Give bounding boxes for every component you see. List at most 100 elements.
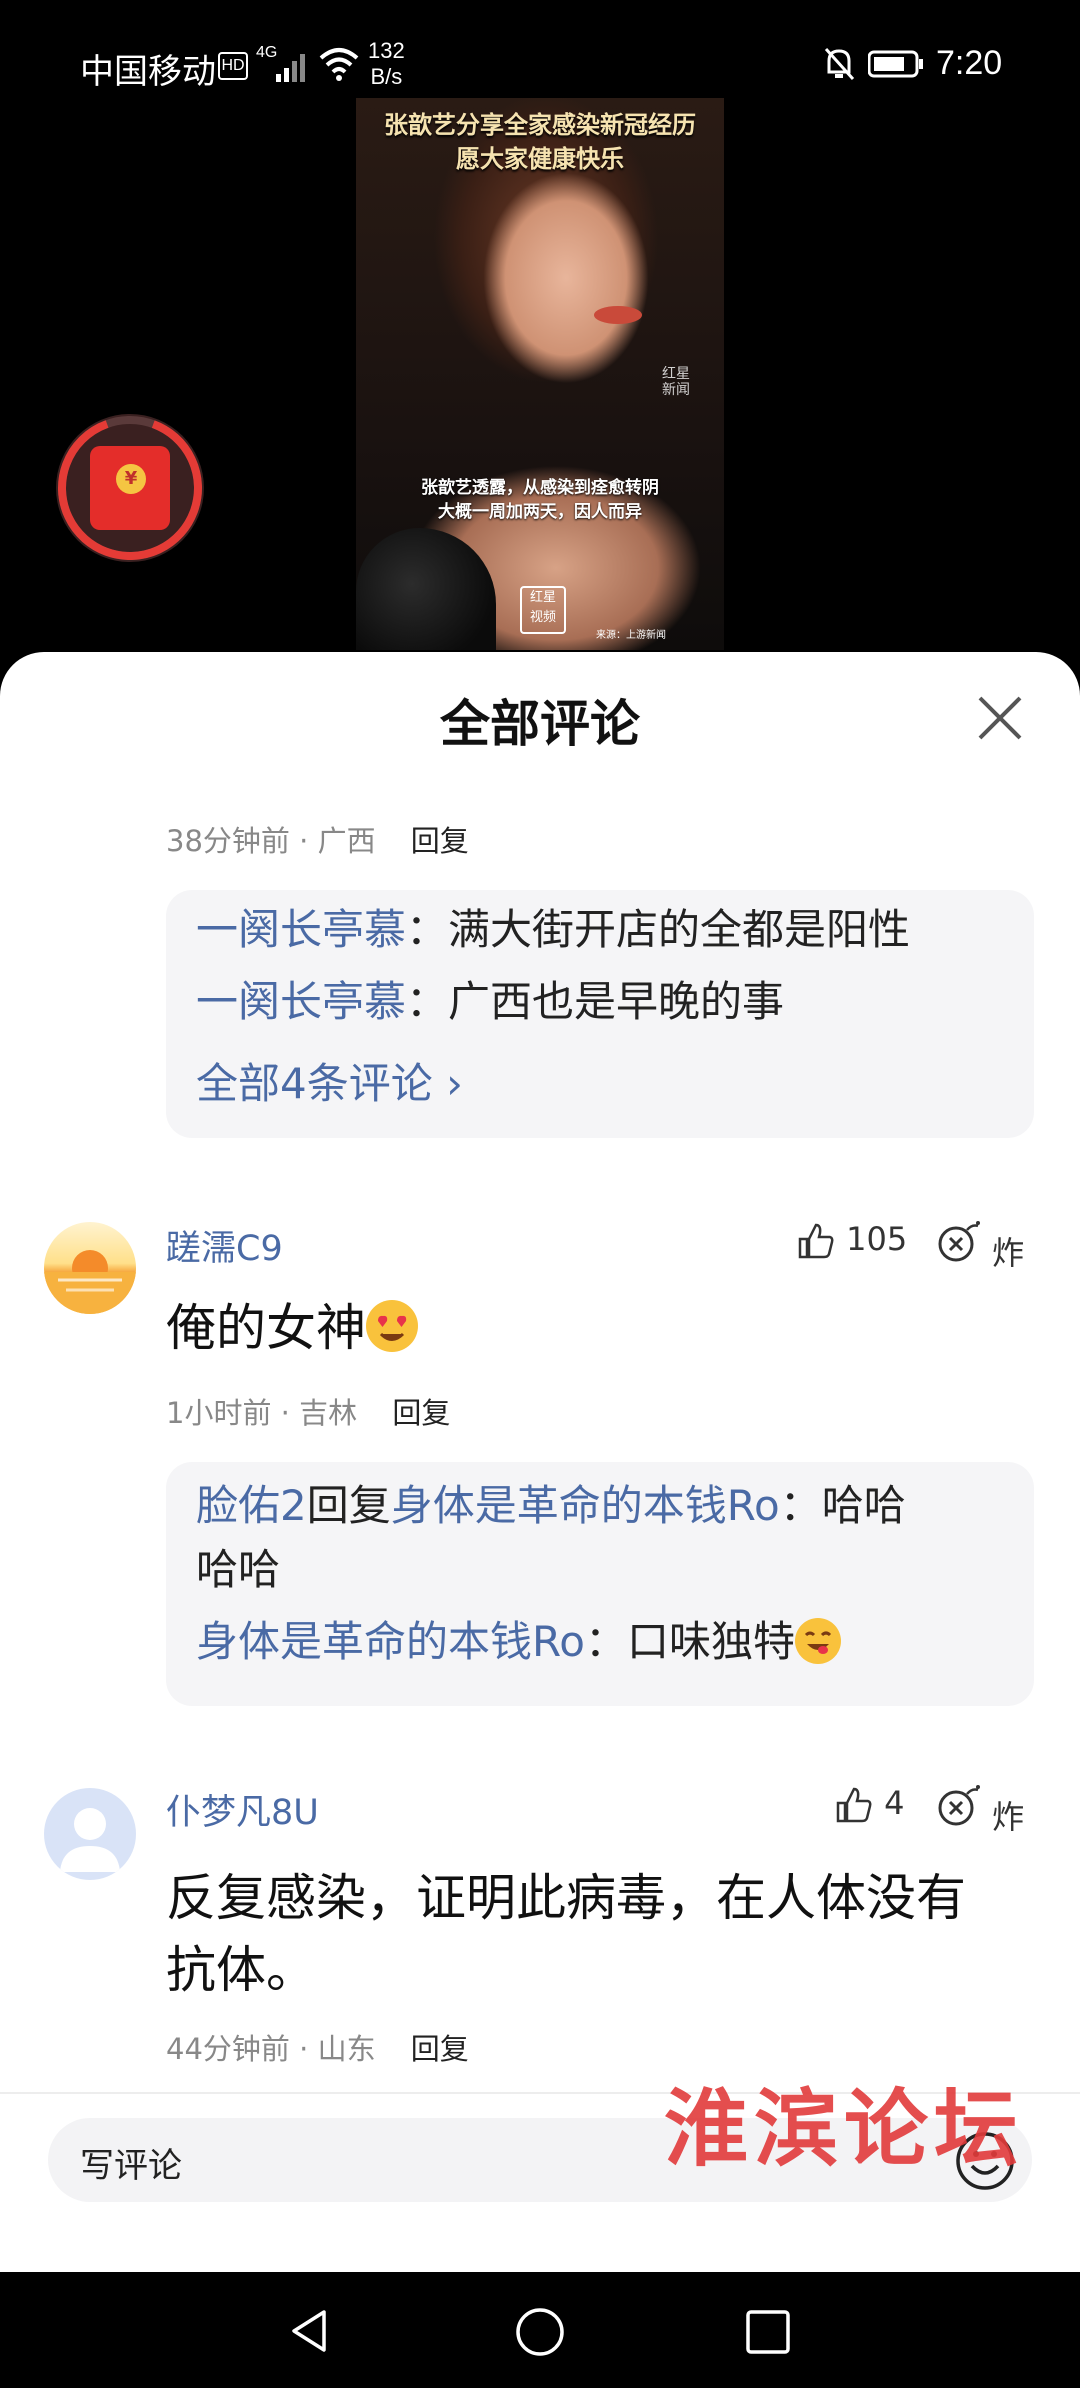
bomb-icon xyxy=(938,1221,980,1262)
colon: ： xyxy=(406,905,449,954)
comment-text: 反复感染，证明此病毒，在人体没有 抗体。 xyxy=(166,1862,1046,2006)
red-envelope-icon: ¥ xyxy=(90,446,170,530)
signal-icon xyxy=(276,54,305,82)
red-envelope-button[interactable]: ¥ xyxy=(56,414,204,562)
reply-text: 哈哈 xyxy=(821,1481,906,1530)
back-icon[interactable] xyxy=(284,2306,334,2356)
bomb-label: 炸 xyxy=(992,1798,1025,1836)
forum-watermark: 淮滨论坛 xyxy=(664,2079,1025,2178)
clock: 7:20 xyxy=(936,44,1003,82)
reply-username[interactable]: 身体是革命的本钱Ro xyxy=(196,1617,585,1666)
default-avatar-icon xyxy=(60,1808,120,1872)
battery-icon xyxy=(868,50,923,78)
comment-username[interactable]: 仆梦凡8U xyxy=(166,1784,319,1835)
reply-username[interactable]: 一阕长亭慕 xyxy=(196,905,406,954)
thumbs-up-icon xyxy=(798,1223,834,1259)
reply-username[interactable]: 脸佑2 xyxy=(196,1481,307,1530)
speed-value: 132 xyxy=(368,38,405,63)
hd-icon: HD xyxy=(218,52,248,80)
comment-body-line: 反复感染，证明此病毒，在人体没有 xyxy=(166,1869,966,1927)
reply-button[interactable]: 回复 xyxy=(392,1396,450,1430)
reply-button[interactable]: 回复 xyxy=(411,2032,469,2066)
comment-input-placeholder: 写评论 xyxy=(80,2146,182,2186)
video-title-line: 愿大家健康快乐 xyxy=(456,145,624,173)
logo-line: 红星 xyxy=(529,590,556,605)
logo-line: 视频 xyxy=(529,610,556,625)
dot-separator: · xyxy=(280,1396,300,1430)
like-button[interactable]: 105 xyxy=(796,1220,907,1261)
colon: ： xyxy=(779,1481,822,1530)
avatar[interactable] xyxy=(44,1788,136,1880)
speed-unit: B/s xyxy=(370,64,403,89)
reply-item: 一阕长亭慕：满大街开店的全都是阳性 xyxy=(196,900,910,960)
close-icon[interactable] xyxy=(970,688,1030,748)
colon: ： xyxy=(406,977,449,1026)
heart-eyes-emoji-icon xyxy=(366,1300,418,1352)
yuan-coin-icon: ¥ xyxy=(116,464,146,494)
comment-time: 44分钟前 xyxy=(166,2032,290,2066)
dot-separator: · xyxy=(299,824,318,858)
subtitle-line: 大概一周加两天，因人而异 xyxy=(438,502,642,522)
video-title-line: 张歆艺分享全家感染新冠经历 xyxy=(384,111,696,139)
video-title: 张歆艺分享全家感染新冠经历 愿大家健康快乐 xyxy=(356,108,724,176)
reply-text: 口味独特 xyxy=(627,1617,796,1666)
system-nav-bar xyxy=(0,2272,1080,2388)
watermark-line: 红星 xyxy=(662,366,690,382)
sunset-avatar-icon xyxy=(44,1250,136,1314)
network-speed: 132 B/s xyxy=(368,38,405,90)
comment-text: 俺的女神 xyxy=(166,1292,418,1364)
colon: ： xyxy=(585,1617,628,1666)
comment-meta: 44分钟前 · 山东 回复 xyxy=(166,2026,469,2068)
comment-time: 1小时前 xyxy=(166,1396,272,1430)
carrier-name: 中国移动 xyxy=(80,53,216,91)
video-watermark: 红星 新闻 xyxy=(662,366,690,398)
watermark-line: 新闻 xyxy=(662,382,690,398)
like-button[interactable]: 4 xyxy=(834,1784,905,1825)
reply-thread[interactable]: 脸佑2回复身体是革命的本钱Ro：哈哈 哈哈 身体是革命的本钱Ro：口味独特 xyxy=(166,1462,1034,1706)
comment-location: 吉林 xyxy=(299,1396,358,1430)
comment-meta: 38分钟前 · 广西 回复 xyxy=(166,818,469,860)
reply-target-username[interactable]: 身体是革命的本钱Ro xyxy=(391,1481,780,1530)
yum-emoji-icon xyxy=(795,1618,842,1664)
dot-separator: · xyxy=(299,2032,318,2066)
bell-muted-icon xyxy=(824,47,855,81)
reply-text: 哈哈 xyxy=(196,1545,281,1594)
comment-time: 38分钟前 xyxy=(166,824,290,858)
status-bar: 中国移动 HD 4G 132 B/s 7:20 xyxy=(0,0,1080,100)
reply-text: 满大街开店的全都是阳性 xyxy=(448,905,911,954)
video-thumbnail[interactable]: 张歆艺分享全家感染新冠经历 愿大家健康快乐 红星 新闻 张歆艺透露，从感染到痊愈… xyxy=(356,98,724,650)
video-subtitle: 张歆艺透露，从感染到痊愈转阴 大概一周加两天，因人而异 xyxy=(356,476,724,524)
comment-meta: 1小时前 · 吉林 回复 xyxy=(166,1390,450,1432)
reply-verb: 回复 xyxy=(306,1481,391,1530)
like-count: 105 xyxy=(846,1220,908,1258)
video-image-detail xyxy=(594,306,642,324)
reply-button[interactable]: 回复 xyxy=(411,824,469,858)
video-source: 来源：上游新闻 xyxy=(596,630,666,641)
comment-location: 山东 xyxy=(317,2032,376,2066)
wifi-icon xyxy=(319,48,359,81)
reply-username[interactable]: 一阕长亭慕 xyxy=(196,977,406,1026)
sheet-title: 全部评论 xyxy=(440,695,640,753)
reply-item: 一阕长亭慕：广西也是早晚的事 xyxy=(196,972,784,1032)
bomb-button[interactable]: 炸 xyxy=(936,1218,1024,1274)
recents-icon[interactable] xyxy=(744,2308,792,2356)
comment-username[interactable]: 蹉濡C9 xyxy=(166,1220,283,1271)
bomb-icon xyxy=(938,1785,980,1826)
video-image-detail xyxy=(356,528,496,650)
home-icon[interactable] xyxy=(514,2306,566,2358)
comment-body: 俺的女神 xyxy=(166,1299,366,1357)
subtitle-line: 张歆艺透露，从感染到痊愈转阴 xyxy=(421,478,659,498)
reply-item: 脸佑2回复身体是革命的本钱Ro：哈哈 xyxy=(196,1476,1006,1536)
comment-body-line: 抗体。 xyxy=(166,1941,316,1999)
reply-thread[interactable]: 一阕长亭慕：满大街开店的全都是阳性 一阕长亭慕：广西也是早晚的事 全部4条评论 … xyxy=(166,890,1034,1138)
comments-sheet: 全部评论 38分钟前 · 广西 回复 一阕长亭慕：满大街开店的全都是阳性 一阕长… xyxy=(0,652,1080,2272)
bomb-label: 炸 xyxy=(992,1234,1025,1272)
avatar[interactable] xyxy=(44,1222,136,1314)
thumbs-up-icon xyxy=(836,1787,872,1823)
comment-location: 广西 xyxy=(317,824,376,858)
reply-item: 身体是革命的本钱Ro：口味独特 xyxy=(196,1612,842,1672)
bomb-button[interactable]: 炸 xyxy=(936,1782,1024,1838)
video-logo: 红星 视频 xyxy=(520,586,566,634)
view-all-replies-link[interactable]: 全部4条评论 › xyxy=(196,1050,463,1111)
reply-item-continued: 哈哈 xyxy=(196,1540,280,1600)
